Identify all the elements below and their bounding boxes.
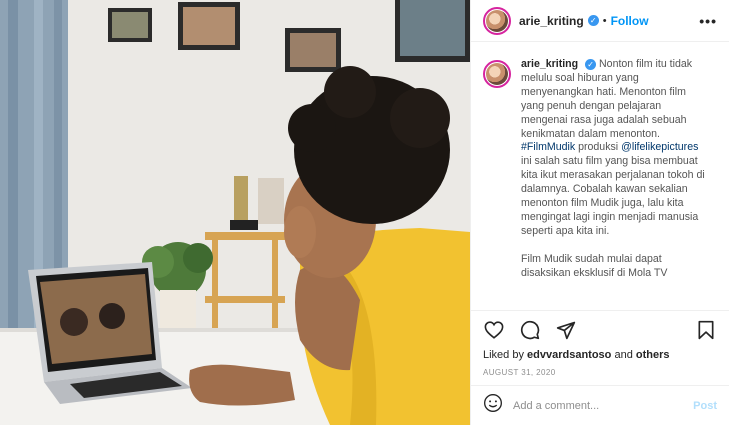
- post-date[interactable]: AUGUST 31, 2020: [471, 362, 729, 385]
- comment-box: Add a comment... Post: [471, 385, 729, 425]
- comment-input[interactable]: Add a comment...: [513, 400, 693, 412]
- bookmark-icon[interactable]: [695, 319, 717, 341]
- mention-link[interactable]: @lifelikepictures: [621, 141, 698, 153]
- avatar[interactable]: [483, 6, 511, 35]
- likes-line: Liked by edvvardsantoso and others: [471, 348, 729, 362]
- photo-scene: [0, 0, 470, 425]
- caption-avatar[interactable]: [483, 60, 511, 88]
- comment-icon[interactable]: [519, 319, 541, 341]
- hashtag-link[interactable]: #FilmMudik: [521, 141, 575, 153]
- post-side-panel: arie_kriting ✓ • Follow ••• arie_kriting…: [470, 0, 729, 425]
- follow-button[interactable]: Follow: [611, 14, 649, 28]
- post-header: arie_kriting ✓ • Follow •••: [471, 0, 729, 42]
- post-photo[interactable]: [0, 0, 470, 425]
- emoji-icon[interactable]: [483, 393, 503, 418]
- caption-text: arie_kriting ✓ Nonton film itu tidak mel…: [521, 58, 709, 310]
- share-icon[interactable]: [555, 319, 577, 341]
- header-separator: •: [602, 14, 607, 27]
- instagram-post: arie_kriting ✓ • Follow ••• arie_kriting…: [0, 0, 729, 425]
- more-options-icon[interactable]: •••: [699, 13, 717, 29]
- caption-text-1: Nonton film itu tidak melulu soal hibura…: [521, 58, 693, 140]
- post-comment-button[interactable]: Post: [693, 400, 717, 412]
- caption-text-4: Film Mudik sudah mulai dapat disaksikan …: [521, 252, 668, 279]
- likes-middle: and: [611, 349, 636, 361]
- verified-badge-icon: ✓: [585, 58, 597, 70]
- caption: arie_kriting ✓ Nonton film itu tidak mel…: [471, 42, 729, 310]
- verified-badge-icon: ✓: [587, 15, 599, 26]
- likes-prefix: Liked by: [483, 349, 528, 361]
- caption-username[interactable]: arie_kriting: [521, 58, 578, 70]
- caption-text-3: ini salah satu film yang bisa membuat ki…: [521, 155, 705, 237]
- caption-text-2: produksi: [575, 141, 622, 154]
- heart-icon[interactable]: [483, 319, 505, 341]
- liked-by-user[interactable]: edvvardsantoso: [527, 349, 611, 361]
- action-bar: [471, 310, 729, 348]
- header-username[interactable]: arie_kriting: [519, 14, 584, 28]
- liked-by-others[interactable]: others: [636, 349, 670, 361]
